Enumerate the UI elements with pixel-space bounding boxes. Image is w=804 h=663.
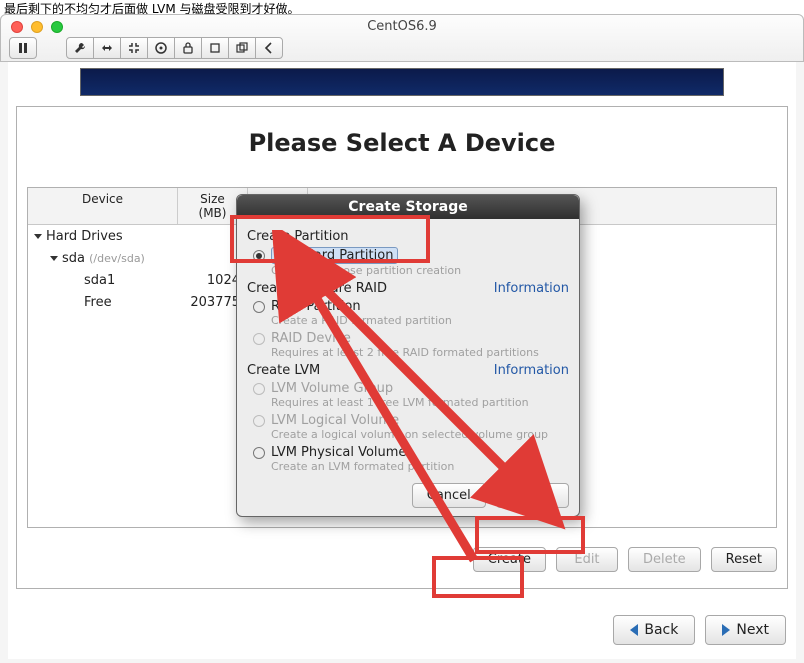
dialog-title: Create Storage bbox=[237, 195, 579, 219]
radio-icon bbox=[253, 383, 265, 395]
radio-icon bbox=[253, 301, 265, 313]
lvm-lv-desc: Create a logical volume on selected volu… bbox=[271, 428, 569, 441]
radio-lvm-pv[interactable]: LVM Physical Volume bbox=[253, 445, 569, 460]
header-device[interactable]: Device bbox=[28, 188, 178, 224]
lvm-pv-desc: Create an LVM formated partition bbox=[271, 460, 569, 473]
back-label: Back bbox=[644, 622, 678, 638]
root-label: Hard Drives bbox=[46, 229, 123, 244]
raid-partition-label: RAID Partition bbox=[271, 299, 361, 314]
radio-lvm-lv: LVM Logical Volume bbox=[253, 413, 569, 428]
window-title: CentOS6.9 bbox=[1, 15, 803, 34]
lvm-vg-desc: Requires at least 1 free LVM formated pa… bbox=[271, 396, 569, 409]
raid-device-desc: Requires at least 2 free RAID formated p… bbox=[271, 346, 569, 359]
close-icon[interactable] bbox=[11, 21, 23, 33]
raid-partition-desc: Create a RAID formated partition bbox=[271, 314, 569, 327]
wizard-nav: Back Next bbox=[613, 615, 786, 645]
expand-toggle-icon[interactable] bbox=[34, 234, 42, 239]
standard-partition-label: Standard Partition bbox=[271, 247, 398, 264]
arrow-right-icon bbox=[722, 624, 730, 636]
create-button[interactable]: Create bbox=[473, 547, 546, 572]
section-lvm: Create LVM bbox=[247, 363, 320, 378]
dialog-create-button[interactable]: Create bbox=[496, 483, 569, 508]
banner-strip bbox=[80, 68, 724, 96]
radio-raid-partition[interactable]: RAID Partition bbox=[253, 299, 569, 314]
lvm-vg-label: LVM Volume Group bbox=[271, 381, 393, 396]
vm-toolbar bbox=[9, 37, 312, 61]
disk-path: (/dev/sda) bbox=[89, 252, 145, 265]
free-name: Free bbox=[28, 295, 178, 310]
expand-toggle-icon[interactable] bbox=[50, 256, 58, 261]
lvm-info-link[interactable]: Information bbox=[494, 363, 569, 378]
lvm-lv-label: LVM Logical Volume bbox=[271, 413, 399, 428]
fit-icon[interactable] bbox=[120, 37, 148, 59]
radio-icon bbox=[253, 250, 265, 262]
radio-icon bbox=[253, 415, 265, 427]
lock-icon[interactable] bbox=[174, 37, 202, 59]
disk-name: sda bbox=[62, 251, 85, 266]
expand-icon[interactable] bbox=[93, 37, 121, 59]
wrench-icon[interactable] bbox=[66, 37, 94, 59]
edit-button: Edit bbox=[556, 547, 618, 572]
delete-button: Delete bbox=[628, 547, 701, 572]
arrow-left-icon bbox=[630, 624, 638, 636]
radio-icon bbox=[253, 447, 265, 459]
minimize-icon[interactable] bbox=[31, 21, 43, 33]
table-actions: Create Edit Delete Reset bbox=[27, 542, 777, 576]
back-button[interactable]: Back bbox=[613, 615, 695, 645]
page-heading: Please Select A Device bbox=[17, 129, 787, 157]
raid-device-label: RAID Device bbox=[271, 331, 351, 346]
radio-lvm-vg: LVM Volume Group bbox=[253, 381, 569, 396]
section-raid: Create Software RAID bbox=[247, 281, 387, 296]
raid-info-link[interactable]: Information bbox=[494, 281, 569, 296]
next-label: Next bbox=[736, 622, 769, 638]
radio-raid-device: RAID Device bbox=[253, 331, 569, 346]
pause-icon[interactable] bbox=[9, 37, 37, 59]
zoom-icon[interactable] bbox=[51, 21, 63, 33]
section-partition: Create Partition bbox=[247, 229, 349, 244]
next-button[interactable]: Next bbox=[705, 615, 786, 645]
radio-standard-partition[interactable]: Standard Partition bbox=[253, 247, 569, 264]
box-icon[interactable] bbox=[201, 37, 229, 59]
radio-icon bbox=[253, 333, 265, 345]
chevron-left-icon[interactable] bbox=[255, 37, 283, 59]
reset-button[interactable]: Reset bbox=[711, 547, 777, 572]
part-name: sda1 bbox=[28, 273, 178, 288]
traffic-lights bbox=[11, 21, 63, 33]
disk-icon[interactable] bbox=[147, 37, 175, 59]
cancel-button[interactable]: Cancel bbox=[412, 483, 486, 508]
box2-icon[interactable] bbox=[228, 37, 256, 59]
lvm-pv-label: LVM Physical Volume bbox=[271, 445, 406, 460]
vm-window-chrome: CentOS6.9 bbox=[0, 14, 804, 62]
standard-desc: General purpose partition creation bbox=[271, 264, 569, 277]
create-storage-dialog: Create Storage Create Partition Standard… bbox=[236, 194, 580, 517]
